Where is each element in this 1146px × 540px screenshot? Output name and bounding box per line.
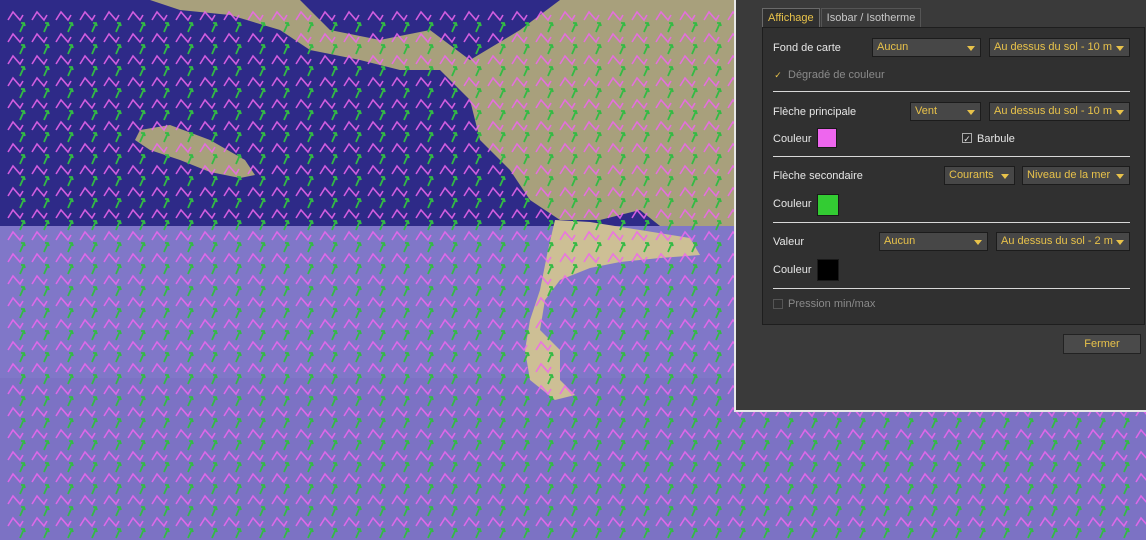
- tab-bar: Affichage Isobar / Isotherme: [762, 8, 922, 27]
- valeur-label: Valeur: [773, 236, 804, 248]
- fleche-principale-level-select[interactable]: Au dessus du sol - 10 m: [989, 102, 1130, 121]
- chevron-down-icon: [967, 46, 975, 51]
- chevron-down-icon: [974, 240, 982, 245]
- gradient-checkbox[interactable]: ✓: [773, 70, 783, 80]
- chevron-down-icon: [1116, 46, 1124, 51]
- chevron-down-icon: [1116, 110, 1124, 115]
- chevron-down-icon: [1116, 240, 1124, 245]
- chevron-down-icon: [967, 110, 975, 115]
- fleche-secondaire-level-select[interactable]: Niveau de la mer: [1022, 166, 1130, 185]
- valeur-type-select[interactable]: Aucun: [879, 232, 988, 251]
- pression-checkbox[interactable]: [773, 299, 783, 309]
- fleche-principale-color-swatch[interactable]: [817, 128, 837, 148]
- fleche-principale-type-select[interactable]: Vent: [910, 102, 981, 121]
- separator: [773, 222, 1130, 223]
- fond-de-carte-type-value: Aucun: [877, 41, 909, 53]
- separator: [773, 91, 1130, 92]
- valeur-color-swatch[interactable]: [817, 259, 839, 281]
- fond-de-carte-level-value: Au dessus du sol - 10 m: [994, 41, 1113, 53]
- fleche-secondaire-color-label: Couleur: [773, 198, 812, 210]
- barbule-checkbox[interactable]: ✓: [962, 133, 972, 144]
- valeur-level-value: Au dessus du sol - 2 m: [1001, 235, 1113, 247]
- fleche-principale-level-value: Au dessus du sol - 10 m: [994, 105, 1113, 117]
- fleche-principale-color-label: Couleur: [773, 133, 812, 145]
- close-button[interactable]: Fermer: [1063, 334, 1141, 354]
- fleche-principale-type-value: Vent: [915, 105, 938, 117]
- tab-isobar-isotherme[interactable]: Isobar / Isotherme: [820, 8, 922, 27]
- valeur-level-select[interactable]: Au dessus du sol - 2 m: [996, 232, 1130, 251]
- fleche-principale-label: Flèche principale: [773, 106, 857, 118]
- barbule-label: Barbule: [977, 133, 1015, 145]
- fleche-secondaire-level-value: Niveau de la mer: [1027, 169, 1111, 181]
- tab-affichage[interactable]: Affichage: [762, 8, 820, 27]
- chevron-down-icon: [1001, 174, 1009, 179]
- chevron-down-icon: [1116, 174, 1124, 179]
- fond-de-carte-type-select[interactable]: Aucun: [872, 38, 981, 57]
- valeur-color-label: Couleur: [773, 264, 812, 276]
- fleche-secondaire-label: Flèche secondaire: [773, 170, 863, 182]
- separator: [773, 156, 1130, 157]
- fleche-secondaire-type-select[interactable]: Courants: [944, 166, 1015, 185]
- fond-de-carte-level-select[interactable]: Au dessus du sol - 10 m: [989, 38, 1130, 57]
- pression-label: Pression min/max: [788, 298, 876, 310]
- fleche-secondaire-color-swatch[interactable]: [817, 194, 839, 216]
- separator: [773, 288, 1130, 289]
- fond-de-carte-label: Fond de carte: [773, 42, 841, 54]
- valeur-type-value: Aucun: [884, 235, 916, 247]
- fleche-secondaire-type-value: Courants: [949, 169, 994, 181]
- gradient-label: Dégradé de couleur: [788, 69, 885, 81]
- affichage-settings: Fond de carte Aucun Au dessus du sol - 1…: [762, 27, 1145, 325]
- display-settings-panel: Affichage Isobar / Isotherme Fond de car…: [734, 0, 1146, 412]
